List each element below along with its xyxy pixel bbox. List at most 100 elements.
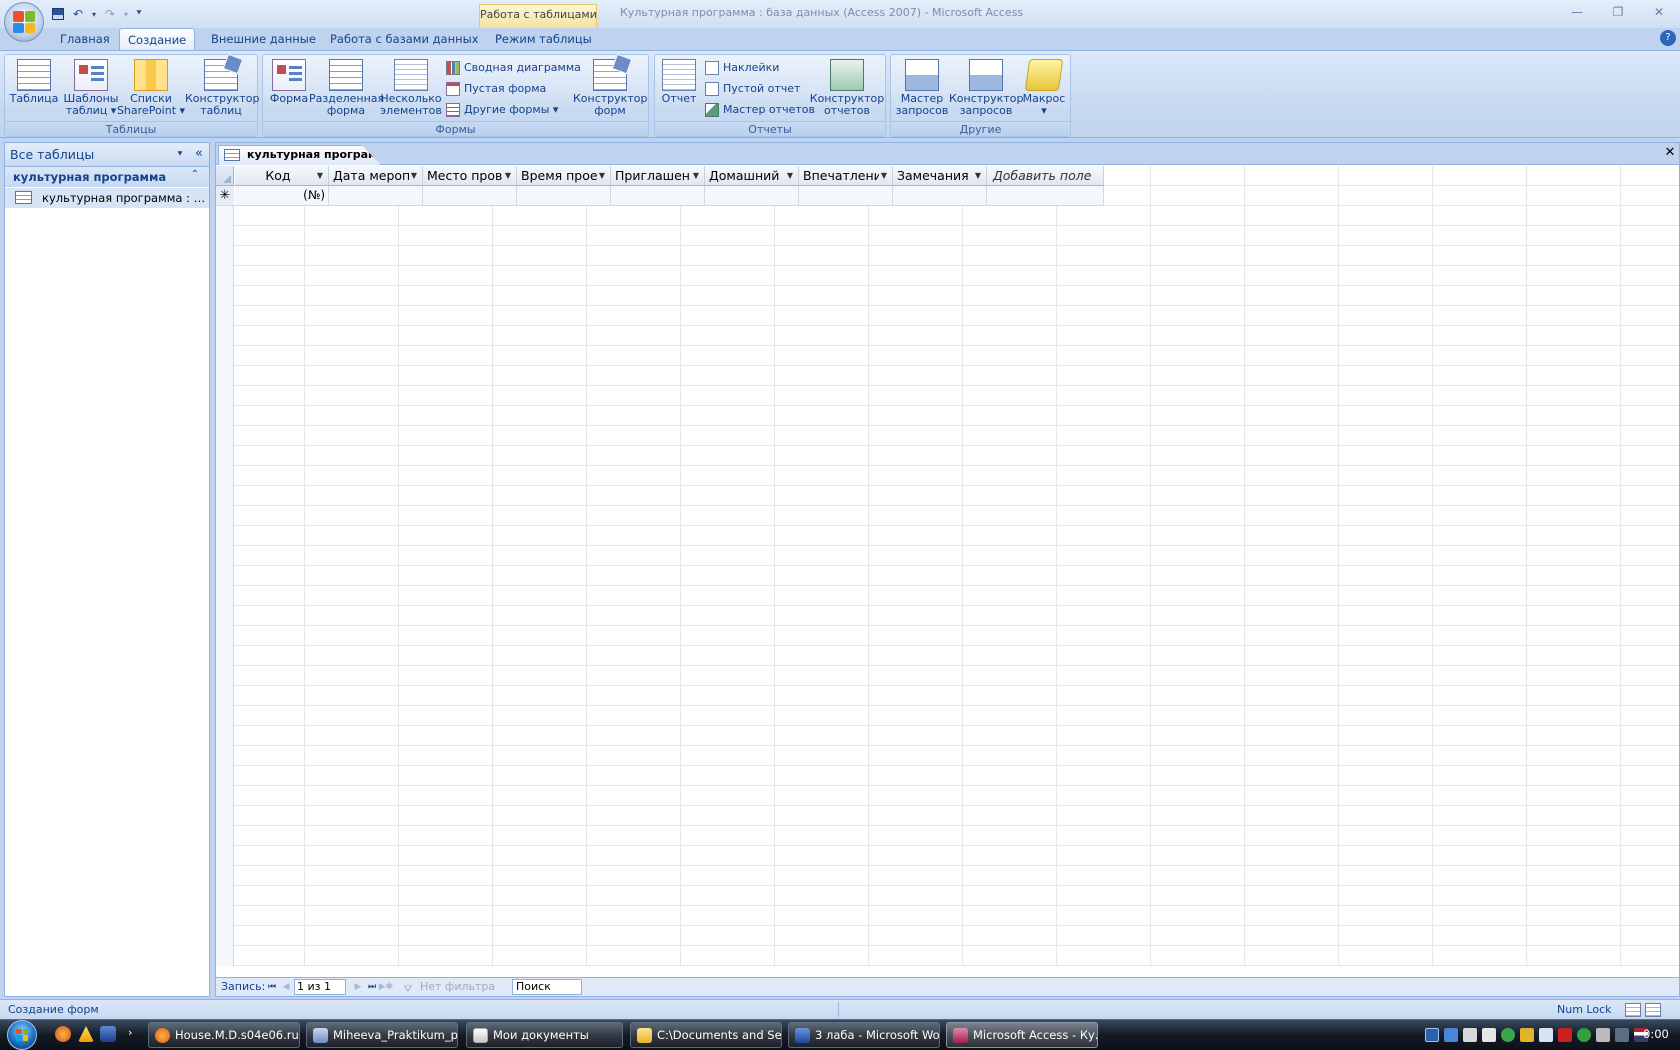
redo-icon[interactable]: ↷ bbox=[102, 6, 118, 22]
column-header[interactable]: Приглашен ▼ bbox=[611, 166, 705, 186]
customize-toolbar-icon[interactable]: ⯆ bbox=[134, 6, 144, 22]
cell[interactable] bbox=[987, 186, 1104, 206]
taskbar-item[interactable]: Miheeva_Praktikum_p... bbox=[306, 1022, 458, 1048]
dropdown-arrow-icon[interactable]: ▼ bbox=[599, 166, 605, 185]
nav-dropdown-icon[interactable]: ⯆ bbox=[173, 149, 187, 161]
more-forms-button[interactable]: Другие формы ▾ bbox=[444, 100, 558, 120]
chevron-up-icon[interactable]: ⌃ bbox=[188, 169, 202, 183]
nav-collapse-icon[interactable]: « bbox=[191, 147, 207, 163]
table-button[interactable]: Таблица bbox=[7, 57, 61, 121]
blank-report-button[interactable]: Пустой отчет bbox=[703, 79, 800, 99]
close-window-icon[interactable]: ✕ bbox=[1648, 4, 1670, 20]
tray-app-icon[interactable] bbox=[1596, 1028, 1610, 1042]
start-button[interactable] bbox=[2, 1019, 42, 1050]
taskbar-item[interactable]: 3 лаба - Microsoft Word bbox=[788, 1022, 940, 1048]
new-record-marker: ✳ bbox=[216, 186, 234, 206]
dropdown-arrow-icon[interactable]: ▼ bbox=[787, 166, 793, 185]
nav-group-header[interactable]: культурная программа bbox=[5, 167, 209, 187]
tray-app-icon[interactable] bbox=[1482, 1028, 1496, 1042]
sharepoint-lists-button[interactable]: Списки SharePoint ▾ bbox=[115, 57, 187, 121]
dropdown-arrow-icon[interactable]: ▼ bbox=[881, 166, 887, 185]
taskbar-item-active[interactable]: Microsoft Access - Ку... bbox=[946, 1022, 1098, 1048]
labels-button[interactable]: Наклейки bbox=[703, 58, 779, 78]
taskbar-item[interactable]: C:\Documents and Set... bbox=[630, 1022, 782, 1048]
firefox-icon[interactable] bbox=[55, 1026, 71, 1042]
tab-create[interactable]: Создание bbox=[119, 28, 196, 50]
multiple-items-button[interactable]: Несколько элементов bbox=[379, 57, 443, 121]
undo-icon[interactable]: ↶ bbox=[70, 6, 86, 22]
clock[interactable]: 0:00 bbox=[1643, 1027, 1669, 1041]
office-button[interactable] bbox=[4, 2, 44, 42]
new-record-icon[interactable]: ▶✱ bbox=[378, 979, 394, 995]
table-templates-button[interactable]: Шаблоны таблиц ▾ bbox=[61, 57, 121, 121]
quicklaunch-more-icon[interactable]: › bbox=[128, 1026, 132, 1039]
macro-button[interactable]: Макрос ▾ bbox=[1019, 57, 1069, 121]
current-record-input[interactable]: 1 из 1 bbox=[294, 979, 346, 995]
document-tab[interactable]: культурная программа bbox=[218, 145, 381, 165]
tab-datasheet[interactable]: Режим таблицы bbox=[487, 28, 600, 50]
cell-id[interactable]: (№) bbox=[235, 186, 329, 206]
taskbar-item[interactable]: Мои документы bbox=[466, 1022, 623, 1048]
pivot-chart-button[interactable]: Сводная диаграмма bbox=[444, 58, 581, 78]
column-header[interactable]: Замечания ▼ bbox=[893, 166, 987, 186]
cell[interactable] bbox=[893, 186, 987, 206]
tab-database-tools[interactable]: Работа с базами данных bbox=[322, 28, 487, 50]
undo-dropdown-icon[interactable]: ▾ bbox=[90, 6, 98, 22]
column-header[interactable]: Код ▼ bbox=[235, 166, 329, 186]
dropdown-arrow-icon[interactable]: ▼ bbox=[505, 166, 511, 185]
cell[interactable] bbox=[423, 186, 517, 206]
blank-form-button[interactable]: Пустая форма bbox=[444, 79, 546, 99]
tray-app-icon[interactable] bbox=[1501, 1028, 1515, 1042]
column-header[interactable]: Домашний ▼ bbox=[705, 166, 799, 186]
report-icon bbox=[662, 59, 696, 91]
help-icon[interactable]: ? bbox=[1660, 30, 1676, 46]
report-wizard-button[interactable]: Мастер отчетов bbox=[703, 100, 815, 120]
dropdown-arrow-icon[interactable]: ▼ bbox=[317, 166, 323, 185]
cell[interactable] bbox=[517, 186, 611, 206]
cell[interactable] bbox=[799, 186, 893, 206]
column-header[interactable]: Время прое ▼ bbox=[517, 166, 611, 186]
taskbar-item[interactable]: House.M.D.s04e06.ru... bbox=[148, 1022, 300, 1048]
nav-item-table[interactable]: культурная программа : таб... bbox=[5, 188, 209, 208]
datasheet-view-icon[interactable] bbox=[1625, 1003, 1641, 1017]
close-document-icon[interactable]: ✕ bbox=[1663, 145, 1677, 161]
cell[interactable] bbox=[611, 186, 705, 206]
add-field-column[interactable]: Добавить поле bbox=[987, 166, 1104, 186]
query-wizard-button[interactable]: Мастер запросов bbox=[893, 57, 951, 121]
tray-app-icon[interactable] bbox=[1577, 1028, 1591, 1042]
query-designer-button[interactable]: Конструктор запросов bbox=[949, 57, 1023, 121]
volume-icon[interactable] bbox=[1463, 1028, 1477, 1042]
dropdown-arrow-icon[interactable]: ▼ bbox=[693, 166, 699, 185]
tab-home[interactable]: Главная bbox=[52, 28, 118, 50]
tab-external-data[interactable]: Внешние данные bbox=[203, 28, 324, 50]
cell[interactable] bbox=[705, 186, 799, 206]
filter-status[interactable]: Нет фильтра bbox=[402, 978, 495, 996]
column-header[interactable]: Впечатлени ▼ bbox=[799, 166, 893, 186]
tray-app-icon[interactable] bbox=[1539, 1028, 1553, 1042]
table-designer-button[interactable]: Конструктор таблиц bbox=[185, 57, 259, 121]
tray-app-icon[interactable] bbox=[1615, 1028, 1629, 1042]
quicklaunch-app-icon[interactable] bbox=[100, 1026, 116, 1042]
save-icon[interactable] bbox=[50, 6, 66, 22]
network-icon[interactable] bbox=[1444, 1028, 1458, 1042]
column-header[interactable]: Дата мероп ▼ bbox=[329, 166, 423, 186]
language-icon[interactable] bbox=[1425, 1028, 1439, 1042]
dropdown-arrow-icon[interactable]: ▼ bbox=[975, 166, 981, 185]
previous-record-icon[interactable]: ◀ bbox=[278, 979, 294, 995]
form-designer-button[interactable]: Конструктор форм bbox=[573, 57, 647, 121]
tray-app-icon[interactable] bbox=[1520, 1028, 1534, 1042]
redo-dropdown-icon[interactable]: ▾ bbox=[122, 6, 130, 22]
column-header[interactable]: Место пров ▼ bbox=[423, 166, 517, 186]
minimize-icon[interactable]: — bbox=[1566, 4, 1588, 20]
cell[interactable] bbox=[329, 186, 423, 206]
maximize-icon[interactable]: ❐ bbox=[1607, 4, 1629, 20]
tray-app-icon[interactable] bbox=[1558, 1028, 1572, 1042]
report-designer-button[interactable]: Конструктор отчетов bbox=[809, 57, 885, 121]
select-all-button[interactable] bbox=[216, 166, 234, 186]
split-form-button[interactable]: Разделенная форма bbox=[309, 57, 384, 121]
dropdown-arrow-icon[interactable]: ▼ bbox=[411, 166, 417, 185]
search-input[interactable]: Поиск bbox=[512, 979, 582, 995]
pivot-view-icon[interactable] bbox=[1645, 1003, 1661, 1017]
form-button[interactable]: Форма bbox=[265, 57, 313, 121]
report-button[interactable]: Отчет bbox=[657, 57, 701, 121]
